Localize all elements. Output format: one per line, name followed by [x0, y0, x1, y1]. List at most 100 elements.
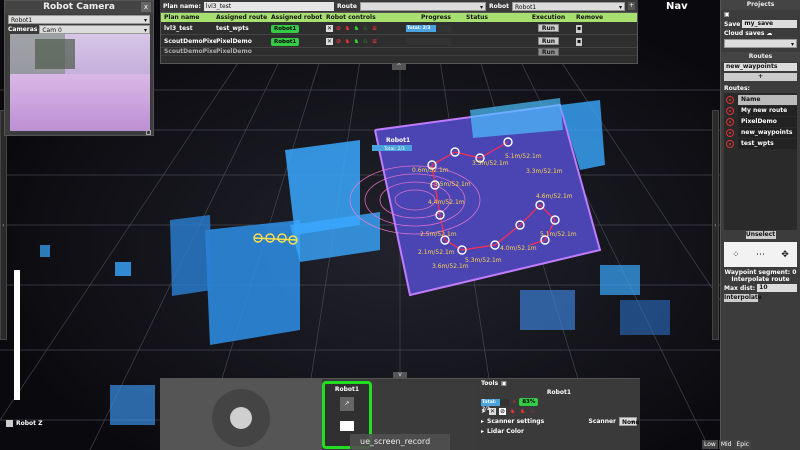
walk-icon[interactable]: ♞: [509, 408, 516, 415]
run-icon[interactable]: ♞: [519, 408, 526, 415]
nav-mode-label: Nav: [666, 1, 688, 12]
table-row[interactable]: lvl3_test test_wpts Robot1 ✕ ⊘ ♞ ♞ ♘ ≡ T…: [161, 22, 637, 35]
camera-panel-title: Robot Camera: [5, 1, 153, 14]
camera-select[interactable]: Cam 0: [39, 25, 150, 35]
sit-icon[interactable]: ♘: [362, 38, 369, 45]
cloud-saves-select[interactable]: [724, 39, 797, 49]
unselect-button[interactable]: Unselect: [745, 231, 776, 239]
run-button[interactable]: Run: [537, 24, 560, 32]
eye-icon[interactable]: [726, 95, 734, 104]
plan-table-header: Plan name Assigned route Assigned robot …: [161, 13, 637, 22]
robot-z-slider[interactable]: [14, 270, 20, 400]
target-icon[interactable]: ✕: [326, 24, 333, 32]
table-row[interactable]: ScoutDemoPixelLvl1 PixelDemo Robot1 ✕ ⊘ …: [161, 35, 637, 48]
stop-icon[interactable]: ⊘: [335, 25, 342, 32]
stop-icon[interactable]: ⊘: [499, 408, 507, 415]
progress-text: Total: 2/3: [406, 25, 437, 32]
cloud-icon[interactable]: ☁: [766, 30, 772, 37]
expand-icon[interactable]: ▸: [481, 418, 484, 425]
list-item[interactable]: test_wpts: [724, 138, 797, 149]
route-select[interactable]: [359, 1, 486, 12]
folder-icon[interactable]: ▣: [724, 11, 730, 18]
camera-robot-select[interactable]: Robot1: [8, 15, 150, 25]
save-name-input[interactable]: my_save: [742, 20, 797, 28]
move-icon[interactable]: ✥: [781, 250, 789, 260]
robot-icon: [340, 421, 354, 431]
checkbox-icon[interactable]: [6, 420, 13, 427]
list-item[interactable]: new_waypoints: [724, 127, 797, 138]
waypoint-tools: ⁘ ⋯ ✥: [724, 242, 797, 267]
robot-z-toggle[interactable]: Robot Z: [6, 420, 42, 427]
stop-icon[interactable]: ⊘: [335, 38, 342, 45]
close-icon[interactable]: x: [141, 2, 151, 12]
expand-icon[interactable]: ▸: [481, 428, 484, 435]
cloud-saves-label: Cloud saves: [724, 30, 765, 37]
waypoint-segment-label: Waypoint segment: 0: [724, 269, 797, 276]
eye-icon[interactable]: [726, 139, 734, 148]
quality-mid-button[interactable]: Mid: [718, 440, 734, 449]
camera-icon[interactable]: ▣: [501, 380, 507, 387]
joystick-knob[interactable]: [230, 407, 252, 429]
walk-icon[interactable]: ♞: [344, 38, 351, 45]
remove-icon[interactable]: ▪: [576, 25, 582, 33]
route-name-input[interactable]: new_waypoints: [724, 63, 797, 71]
path-icon[interactable]: ⋯: [756, 250, 765, 260]
sit-icon[interactable]: ♘: [529, 408, 536, 415]
col-robot-controls: Robot controls: [326, 14, 376, 21]
joystick-area[interactable]: [160, 379, 322, 450]
list-item[interactable]: PixelDemo: [724, 116, 797, 127]
segment-label: 5.3m/52.1m: [465, 257, 502, 264]
right-panel-toggle[interactable]: ‹: [712, 110, 719, 340]
screen-record-tooltip: ue_screen_record: [350, 434, 450, 450]
select-icon[interactable]: ↗: [340, 397, 354, 411]
robot-pill[interactable]: Robot1: [271, 38, 300, 46]
robot-select[interactable]: Robot1: [512, 1, 626, 12]
eye-icon[interactable]: [726, 117, 734, 126]
target-icon[interactable]: ✕: [489, 408, 497, 415]
list-item[interactable]: Name: [724, 94, 797, 105]
walk-icon[interactable]: ♞: [344, 25, 351, 32]
segment-label: 4.0m/52.1m: [500, 245, 537, 252]
alert-icon: ⚡: [512, 398, 517, 406]
add-route-button[interactable]: +: [724, 73, 797, 81]
list-item[interactable]: My new route: [724, 105, 797, 116]
target-icon[interactable]: ✕: [326, 37, 333, 45]
col-progress: Progress: [421, 14, 451, 21]
plan-table: Plan name Assigned route Assigned robot …: [160, 12, 638, 64]
run-button[interactable]: Run: [537, 37, 560, 45]
eye-icon[interactable]: [726, 128, 734, 137]
resize-handle-icon[interactable]: [146, 130, 151, 135]
interpolate-button[interactable]: Interpolate: [724, 294, 762, 302]
scanner-select[interactable]: None: [619, 417, 639, 427]
eye-icon[interactable]: [726, 106, 734, 115]
stairs-icon[interactable]: ≡: [371, 38, 378, 45]
progress-bar: Total: 2/3: [406, 25, 451, 32]
segment-label: 2.5m/52.1m: [420, 231, 457, 238]
routes-list: Name My new route PixelDemo new_waypoint…: [724, 93, 797, 230]
max-dist-input[interactable]: 10: [757, 284, 797, 292]
lidar-color-label: Lidar Color: [487, 428, 524, 435]
progress-bar: [406, 38, 451, 45]
table-row[interactable]: ScoutDemoPixelLvl1 PixelDemo Run: [161, 48, 637, 56]
run-icon[interactable]: ♞: [353, 25, 360, 32]
add-plan-button[interactable]: +: [628, 2, 635, 10]
chevron-up-icon[interactable]: ^: [392, 64, 406, 70]
sit-icon[interactable]: ♘: [362, 25, 369, 32]
stairs-icon[interactable]: ≡: [371, 25, 378, 32]
col-assigned-robot: Assigned robot: [271, 14, 323, 21]
remove-icon[interactable]: ▪: [576, 38, 582, 46]
left-panel-toggle[interactable]: ›: [0, 110, 7, 340]
run-icon[interactable]: ♞: [353, 38, 360, 45]
robot-label: Robot: [488, 2, 510, 10]
quality-epic-button[interactable]: Epic: [734, 440, 752, 449]
robot-pill[interactable]: Robot1: [271, 25, 300, 33]
robot-camera-panel: Robot Camera x Robot1 Cameras Cam 0: [4, 0, 154, 136]
battery-badge: 83%: [519, 398, 539, 406]
segment-label: 0.6m/52.1m: [412, 167, 449, 174]
run-button[interactable]: Run: [537, 48, 560, 56]
plan-name-input[interactable]: lvl3_test: [203, 1, 334, 11]
scatter-icon[interactable]: ⁘: [732, 250, 740, 260]
quality-low-button[interactable]: Low: [702, 440, 718, 449]
route-cell: PixelDemo: [216, 38, 252, 45]
routes-list-label: Routes:: [724, 85, 750, 92]
